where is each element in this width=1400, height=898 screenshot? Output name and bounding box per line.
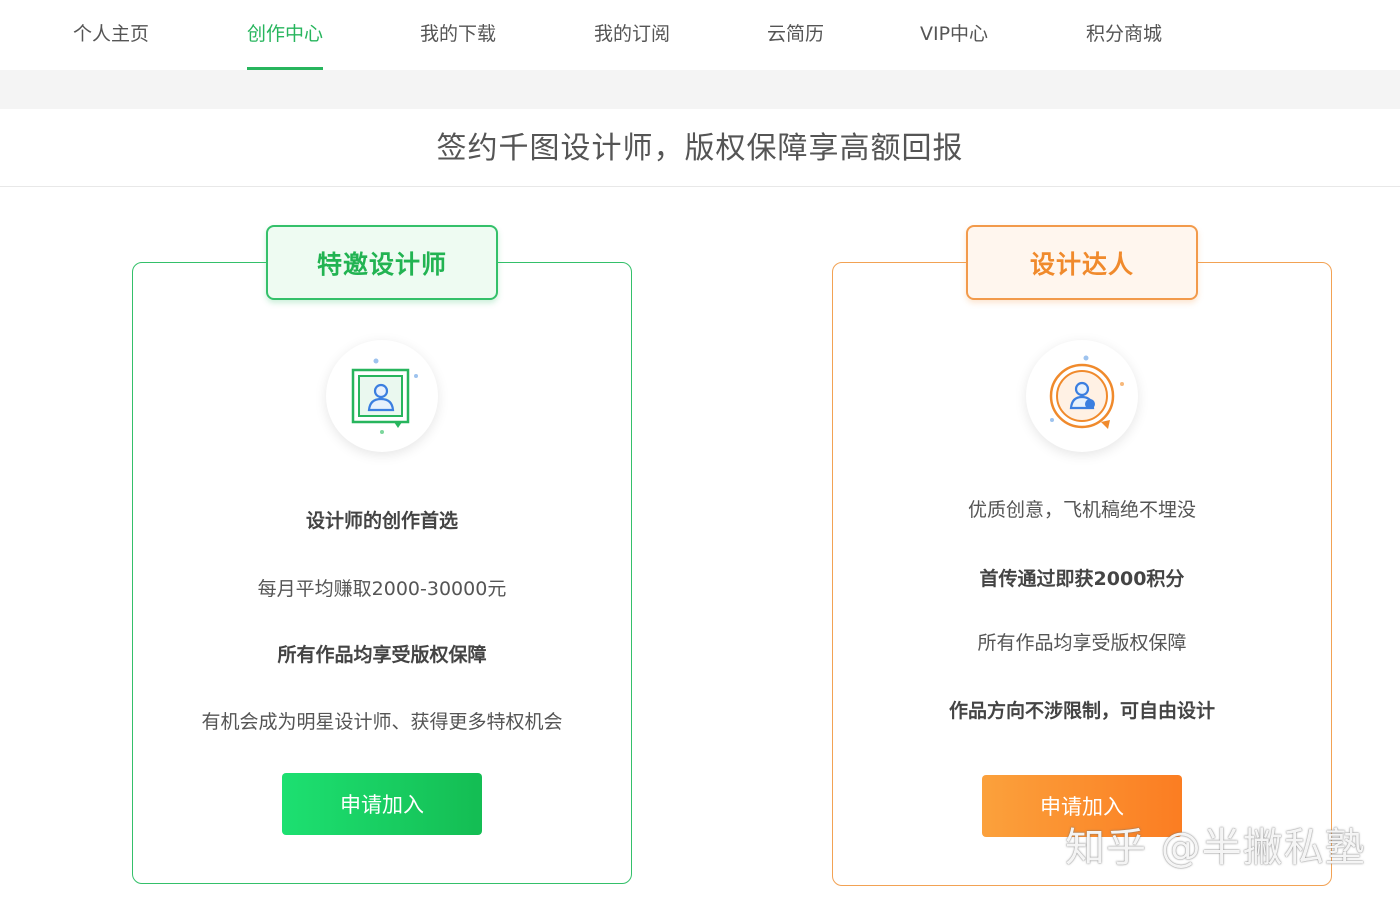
top-nav: 个人主页 创作中心 我的下载 我的订阅 云简历 VIP中心 积分商城: [0, 0, 1400, 70]
designer-benefit-4: 有机会成为明星设计师、获得更多特权机会: [201, 711, 563, 733]
nav-item-vip-center[interactable]: VIP中心: [920, 0, 988, 70]
nav-item-home[interactable]: 个人主页: [73, 0, 149, 70]
designer-benefit-1: 设计师的创作首选: [305, 510, 458, 532]
expert-medal-icon: [1026, 340, 1138, 452]
nav-item-downloads[interactable]: 我的下载: [420, 0, 496, 70]
designer-portrait-icon: [326, 340, 438, 452]
designer-benefit-3: 所有作品均享受版权保障: [277, 644, 487, 666]
nav-item-creation-center[interactable]: 创作中心: [247, 0, 324, 70]
designer-apply-button[interactable]: 申请加入: [282, 773, 482, 835]
expert-benefit-2: 首传通过即获2000积分: [979, 568, 1185, 590]
expert-benefit-1: 优质创意，飞机稿绝不埋没: [967, 499, 1196, 521]
expert-benefit-4: 作品方向不涉限制，可自由设计: [948, 700, 1215, 722]
nav-item-cloud-resume[interactable]: 云简历: [767, 0, 824, 70]
nav-item-points-mall[interactable]: 积分商城: [1086, 0, 1162, 70]
page-headline: 签约千图设计师，版权保障享高额回报: [0, 109, 1400, 187]
expert-benefit-3: 所有作品均享受版权保障: [977, 632, 1187, 654]
designer-card-tag: 特邀设计师: [266, 225, 498, 300]
section-divider: [0, 70, 1400, 109]
expert-card-tag: 设计达人: [966, 225, 1198, 300]
designer-benefit-2: 每月平均赚取2000-30000元: [257, 578, 507, 600]
watermark: 知乎 @半撇私塾: [1065, 825, 1366, 871]
nav-item-subscriptions[interactable]: 我的订阅: [594, 0, 670, 70]
